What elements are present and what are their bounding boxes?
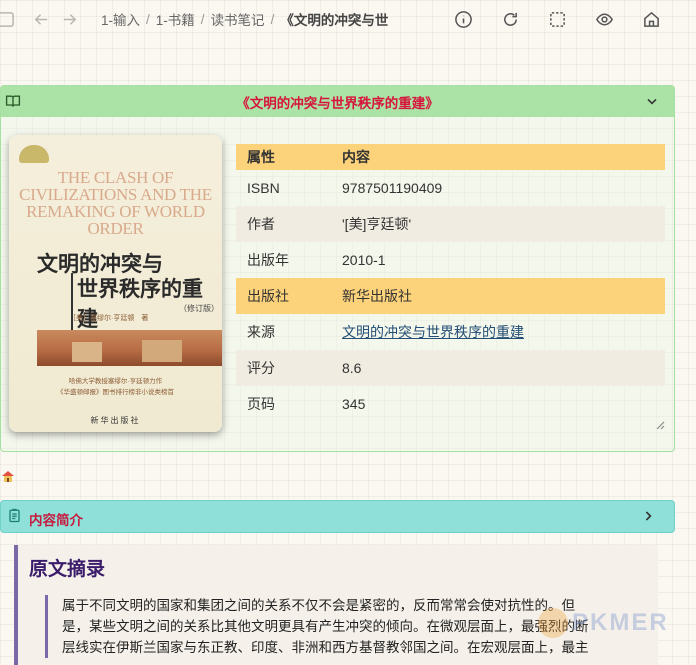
table-key-cell: ISBN	[247, 180, 280, 196]
table-key-cell: 出版年	[247, 252, 289, 268]
table-row: ISBN 9787501190409	[236, 170, 665, 206]
table-row: 作者 '[美]亨廷顿'	[236, 206, 665, 242]
table-row: 评分 8.6	[236, 350, 665, 386]
table-value-cell: '[美]亨廷顿'	[331, 206, 665, 242]
excerpt-heading: 原文摘录	[29, 558, 106, 580]
table-header-row: 属性 内容	[236, 144, 665, 170]
table-value-cell: 345	[342, 396, 366, 412]
breadcrumb: 1-输入 / 1-书籍 / 读书笔记 / 《文明的冲突与世	[101, 9, 388, 29]
cover-english-title: THE CLASH OF CIVILIZATIONS AND THE REMAK…	[19, 168, 212, 238]
chevron-down-icon[interactable]	[644, 93, 660, 112]
table-value-cell: 8.6	[331, 350, 665, 386]
breadcrumb-item[interactable]: 1-书籍	[156, 9, 195, 29]
cover-publisher: 新华出版社	[90, 416, 141, 425]
top-nav-bar: 1-输入 / 1-书籍 / 读书笔记 / 《文明的冲突与世	[0, 0, 696, 38]
table-key-cell: 页码	[247, 396, 275, 412]
book-cover-image: THE CLASH OF CIVILIZATIONS AND THE REMAK…	[9, 135, 222, 432]
home-icon[interactable]	[640, 8, 662, 30]
cover-blurb-2: 《华盛顿邮报》图书排行榜非小说类榜首	[57, 389, 174, 396]
book-callout-header[interactable]: 《文明的冲突与世界秩序的重建》	[1, 86, 674, 117]
table-row: 出版年 2010-1	[236, 242, 665, 278]
publisher-seal	[19, 145, 49, 163]
breadcrumb-current[interactable]: 《文明的冲突与世	[280, 9, 388, 29]
back-arrow-icon[interactable]	[30, 8, 52, 30]
excerpt-block: 原文摘录 属于不同文明的国家和集团之间的关系不仅不会是紧密的，反而常常会使对抗性…	[14, 545, 658, 665]
select-area-icon[interactable]	[546, 8, 568, 30]
quote-line: 层线实在伊斯兰国家与东正教、印度、非洲和西方基督教邻国之间。在宏观层面上，最主	[62, 640, 589, 655]
intro-callout-header[interactable]: 内容简介	[0, 500, 675, 533]
table-key-cell: 评分	[236, 350, 331, 386]
cover-author: ［美］塞缪尔·亨廷顿 著	[69, 315, 149, 322]
table-key-cell: 作者	[236, 206, 331, 242]
book-callout-title: 《文明的冲突与世界秩序的重建》	[236, 95, 439, 111]
source-link[interactable]: 文明的冲突与世界秩序的重建	[342, 324, 524, 340]
refresh-icon[interactable]	[499, 8, 521, 30]
table-row-highlighted: 出版社 新华出版社	[236, 278, 665, 314]
breadcrumb-item[interactable]: 1-输入	[101, 9, 140, 29]
cover-blurb-1: 哈佛大学教授塞缪尔·亨廷顿力作	[68, 378, 163, 385]
book-info-callout: 《文明的冲突与世界秩序的重建》 THE CLASH OF CIVILIZATIO…	[0, 85, 675, 452]
forward-arrow-icon[interactable]	[58, 8, 80, 30]
table-header-cell: 属性	[236, 144, 331, 170]
table-key-cell: 出版社	[236, 278, 331, 314]
open-book-icon	[5, 93, 21, 112]
table-row: 来源 文明的冲突与世界秩序的重建	[236, 314, 665, 350]
excerpt-quote: 属于不同文明的国家和集团之间的关系不仅不会是紧密的，反而常常会使对抗性的。但 是…	[45, 595, 655, 658]
table-value-cell: 9787501190409	[342, 180, 443, 196]
cover-edition: （修订版）	[179, 304, 219, 313]
clipboard-icon	[7, 508, 22, 526]
table-value-cell: 2010-1	[342, 252, 386, 268]
quote-line: 属于不同文明的国家和集团之间的关系不仅不会是紧密的，反而常常会使对抗性的。但	[62, 598, 575, 613]
reading-view-eye-icon[interactable]	[593, 8, 615, 30]
quote-line: 是，某些文明之间的关系比其他文明更具有产生冲突的倾向。在微观层面上，最强烈的断	[62, 619, 589, 634]
house-emoji-icon	[1, 469, 15, 486]
book-info-table: 属性 内容 ISBN 9787501190409 作者 '[美]亨廷顿' 出版年…	[236, 144, 665, 422]
chevron-right-icon[interactable]	[640, 508, 656, 527]
cover-photo	[37, 330, 222, 366]
table-value-cell: 新华出版社	[331, 278, 665, 314]
breadcrumb-item[interactable]: 读书笔记	[211, 9, 265, 29]
table-header-cell: 内容	[331, 144, 665, 170]
sidebar-toggle-icon[interactable]	[0, 8, 16, 30]
table-key-cell: 来源	[247, 324, 275, 340]
table-value-cell: 文明的冲突与世界秩序的重建	[331, 314, 665, 350]
resize-handle-icon[interactable]	[655, 417, 665, 433]
table-row: 页码 345	[236, 386, 665, 422]
info-icon[interactable]	[452, 8, 474, 30]
intro-callout-title: 内容简介	[29, 513, 83, 528]
